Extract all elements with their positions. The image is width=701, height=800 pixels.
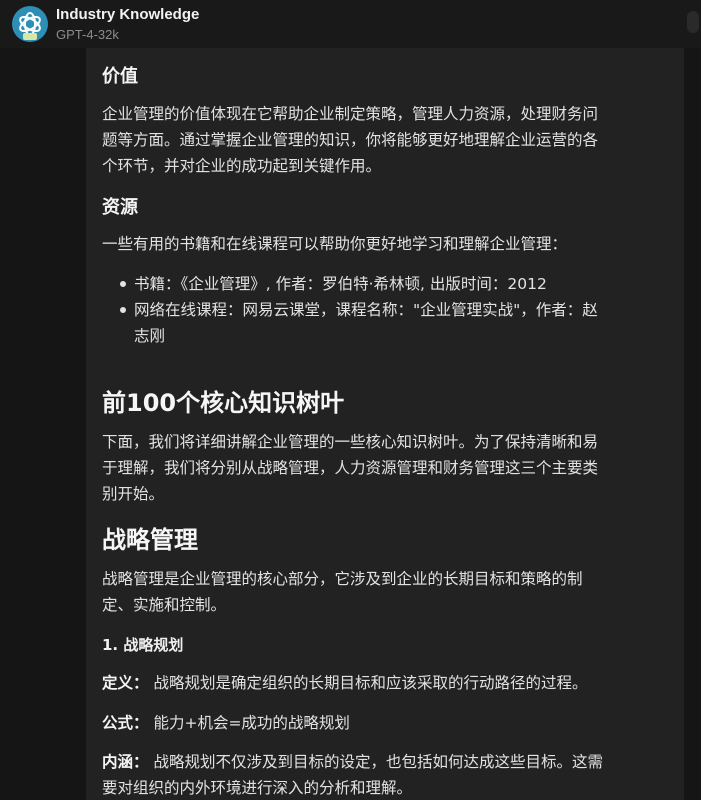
value-line-1: 企业管理的价值体现在它帮助企业制定策略，管理人力资源，处理财务问 bbox=[102, 105, 599, 123]
menu-handle-icon[interactable] bbox=[687, 11, 699, 33]
formula-text: 能力+机会=成功的战略规划 bbox=[153, 714, 350, 732]
value-line-3: 个环节，并对企业的成功起到关键作用。 bbox=[102, 157, 382, 175]
strategy-line-2: 定、实施和控制。 bbox=[102, 596, 227, 614]
connotation-label: 内涵： bbox=[102, 753, 149, 771]
formula-line: 公式： 能力+机会=成功的战略规划 bbox=[102, 710, 662, 736]
chat-header: Industry Knowledge GPT-4-32k bbox=[0, 0, 701, 48]
definition-line: 定义： 战略规划是确定组织的长期目标和应该采取的行动路径的过程。 bbox=[102, 670, 662, 696]
app-window: Industry Knowledge GPT-4-32k 价值 企业管理的价值体… bbox=[0, 0, 701, 800]
connotation-row: 内涵： 战略规划不仅涉及到目标的设定，也包括如何达成这些目标。这需 要对组织的内… bbox=[102, 749, 662, 800]
list-item: 书籍：《企业管理》, 作者：罗伯特·希林顿, 出版时间：2012 bbox=[118, 271, 658, 297]
heading-resources: 资源 bbox=[102, 197, 138, 218]
strategy-line-1: 战略管理是企业管理的核心部分，它涉及到企业的长期目标和策略的制 bbox=[102, 570, 583, 588]
strategy-paragraph: 战略管理是企业管理的核心部分，它涉及到企业的长期目标和策略的制 定、实施和控制。 bbox=[102, 566, 662, 618]
list-item-line: 志刚 bbox=[134, 327, 166, 345]
resources-list: 书籍：《企业管理》, 作者：罗伯特·希林顿, 出版时间：2012 网络在线课程：… bbox=[118, 271, 658, 349]
bot-avatar[interactable] bbox=[12, 6, 48, 42]
message-bubble: 价值 企业管理的价值体现在它帮助企业制定策略，管理人力资源，处理财务问 题等方面… bbox=[86, 48, 684, 800]
resources-intro: 一些有用的书籍和在线课程可以帮助你更好地学习和理解企业管理： bbox=[102, 231, 662, 257]
avatar-badge bbox=[23, 33, 37, 40]
bot-name: Industry Knowledge bbox=[56, 6, 200, 23]
definition-label: 定义： bbox=[102, 674, 149, 692]
connotation-text-2: 要对组织的内外环境进行深入的分析和理解。 bbox=[102, 779, 413, 797]
formula-row: 公式： 能力+机会=成功的战略规划 bbox=[102, 710, 662, 736]
connotation-line-1: 内涵： 战略规划不仅涉及到目标的设定，也包括如何达成这些目标。这需 bbox=[102, 749, 662, 775]
core-line-2: 于理解，我们将分别从战略管理，人力资源管理和财务管理这三个主要类 bbox=[102, 459, 599, 477]
list-item-line: 书籍：《企业管理》, 作者：罗伯特·希林顿, 出版时间：2012 bbox=[134, 275, 547, 293]
heading-core-knowledge: 前100个核心知识树叶 bbox=[102, 389, 345, 417]
list-item: 网络在线课程：网易云课堂，课程名称："企业管理实战"，作者：赵 志刚 bbox=[118, 297, 658, 349]
core-paragraph: 下面，我们将详细讲解企业管理的一些核心知识树叶。为了保持清晰和易 于理解，我们将… bbox=[102, 429, 662, 507]
core-line-3: 别开始。 bbox=[102, 485, 165, 503]
formula-label: 公式： bbox=[102, 714, 149, 732]
list-item-line: 网络在线课程：网易云课堂，课程名称："企业管理实战"，作者：赵 bbox=[134, 301, 598, 319]
connotation-text-1: 战略规划不仅涉及到目标的设定，也包括如何达成这些目标。这需 bbox=[153, 753, 603, 771]
heading-strategic-planning: 1. 战略规划 bbox=[102, 636, 184, 654]
resources-intro-line: 一些有用的书籍和在线课程可以帮助你更好地学习和理解企业管理： bbox=[102, 235, 568, 253]
heading-value: 价值 bbox=[102, 66, 138, 87]
definition-row: 定义： 战略规划是确定组织的长期目标和应该采取的行动路径的过程。 bbox=[102, 670, 662, 696]
core-line-1: 下面，我们将详细讲解企业管理的一些核心知识树叶。为了保持清晰和易 bbox=[102, 433, 599, 451]
value-line-2: 题等方面。通过掌握企业管理的知识，你将能够更好地理解企业运营的各 bbox=[102, 131, 599, 149]
value-paragraph: 企业管理的价值体现在它帮助企业制定策略，管理人力资源，处理财务问 题等方面。通过… bbox=[102, 101, 662, 179]
definition-text: 战略规划是确定组织的长期目标和应该采取的行动路径的过程。 bbox=[153, 674, 588, 692]
heading-strategy: 战略管理 bbox=[102, 526, 198, 554]
model-name: GPT-4-32k bbox=[56, 27, 119, 42]
